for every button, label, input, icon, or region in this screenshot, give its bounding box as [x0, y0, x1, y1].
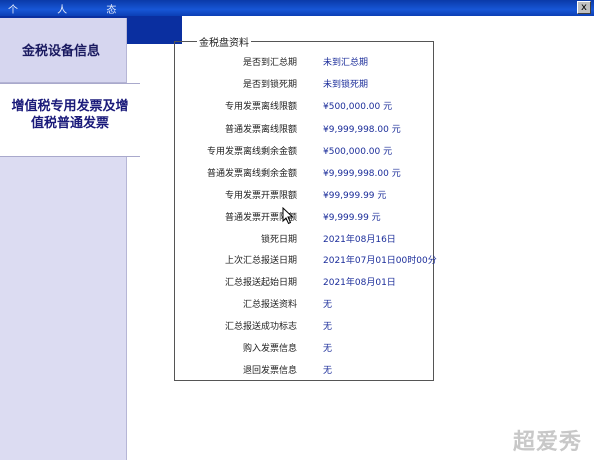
info-label: 专用发票离线剩余金额 — [206, 147, 297, 157]
info-value: 2021年08月01日 — [323, 278, 396, 288]
info-value: 2021年07月01日00时00分 — [323, 256, 437, 266]
info-row: 专用发票离线限额 ¥500,000.00 元 — [175, 99, 435, 115]
info-row: 购入发票信息 无 — [175, 341, 435, 357]
info-value: 无 — [323, 322, 333, 332]
nav-item-device-info-label: 金税设备信息 — [22, 44, 101, 59]
info-value: 无 — [323, 366, 333, 376]
left-nav: 金税设备信息 增值税专用发票及增 值税普通发票 — [0, 18, 140, 460]
info-value: ¥500,000.00 元 — [323, 147, 393, 157]
info-row: 专用发票离线剩余金额 ¥500,000.00 元 — [175, 144, 435, 160]
info-value: ¥9,999,998.00 元 — [323, 125, 401, 135]
info-row: 汇总报送成功标志 无 — [175, 319, 435, 335]
info-row: 退回发票信息 无 — [175, 363, 435, 379]
watermark: 超爱秀 — [513, 430, 583, 455]
info-label: 是否到汇总期 — [242, 58, 297, 68]
info-value: ¥9,999,998.00 元 — [323, 169, 401, 179]
nav-item-invoices-line1: 增值税专用发票及增 — [11, 99, 129, 114]
info-label: 汇总报送成功标志 — [224, 322, 297, 332]
info-row: 锁死日期 2021年08月16日 — [175, 232, 435, 248]
info-row: 普通发票离线剩余金额 ¥9,999,998.00 元 — [175, 166, 435, 182]
info-label: 汇总报送起始日期 — [224, 278, 297, 288]
info-label: 普通发票离线剩余金额 — [206, 169, 297, 179]
info-value: 无 — [323, 300, 333, 310]
header-accent-block — [126, 16, 182, 44]
info-row: 专用发票开票限额 ¥99,999.99 元 — [175, 188, 435, 204]
window-title: 个 人 态 — [8, 5, 135, 16]
info-value: ¥9,999.99 元 — [323, 213, 381, 223]
info-row: 是否到锁死期 未到锁死期 — [175, 77, 435, 93]
nav-item-invoices[interactable]: 增值税专用发票及增 值税普通发票 — [0, 83, 140, 157]
nav-item-device-info[interactable]: 金税设备信息 — [0, 18, 126, 83]
info-label: 是否到锁死期 — [242, 80, 297, 90]
info-label: 退回发票信息 — [242, 366, 297, 376]
info-row: 汇总报送资料 无 — [175, 297, 435, 313]
info-row: 上次汇总报送日期 2021年07月01日00时00分 — [175, 253, 437, 269]
info-row: 普通发票开票限额 ¥9,999.99 元 — [175, 210, 435, 226]
title-bar: 个 人 态 x — [0, 0, 594, 16]
info-label: 上次汇总报送日期 — [224, 256, 297, 266]
info-row: 是否到汇总期 未到汇总期 — [175, 55, 435, 71]
info-label: 锁死日期 — [260, 235, 297, 245]
info-value: ¥500,000.00 元 — [323, 102, 393, 112]
info-row: 普通发票离线限额 ¥9,999,998.00 元 — [175, 122, 435, 138]
info-value: 未到锁死期 — [323, 80, 369, 90]
info-label: 汇总报送资料 — [242, 300, 297, 310]
info-value: 无 — [323, 344, 333, 354]
group-legend: 金税盘资料 — [197, 34, 251, 49]
info-label: 普通发票离线限额 — [224, 125, 297, 135]
info-value: ¥99,999.99 元 — [323, 191, 387, 201]
info-label: 购入发票信息 — [242, 344, 297, 354]
nav-item-invoices-label: 增值税专用发票及增 值税普通发票 — [2, 98, 138, 132]
info-value: 2021年08月16日 — [323, 235, 396, 245]
info-label: 专用发票开票限额 — [224, 191, 297, 201]
close-button[interactable]: x — [577, 1, 591, 14]
nav-item-invoices-line2: 值税普通发票 — [30, 116, 109, 131]
info-label: 专用发票离线限额 — [224, 102, 297, 112]
info-row: 汇总报送起始日期 2021年08月01日 — [175, 275, 435, 291]
mouse-cursor-icon — [282, 207, 294, 225]
info-value: 未到汇总期 — [323, 58, 369, 68]
tax-disk-info-group: 金税盘资料 是否到汇总期 未到汇总期 是否到锁死期 未到锁死期 专用发票离线限额 ¥5… — [174, 34, 437, 381]
